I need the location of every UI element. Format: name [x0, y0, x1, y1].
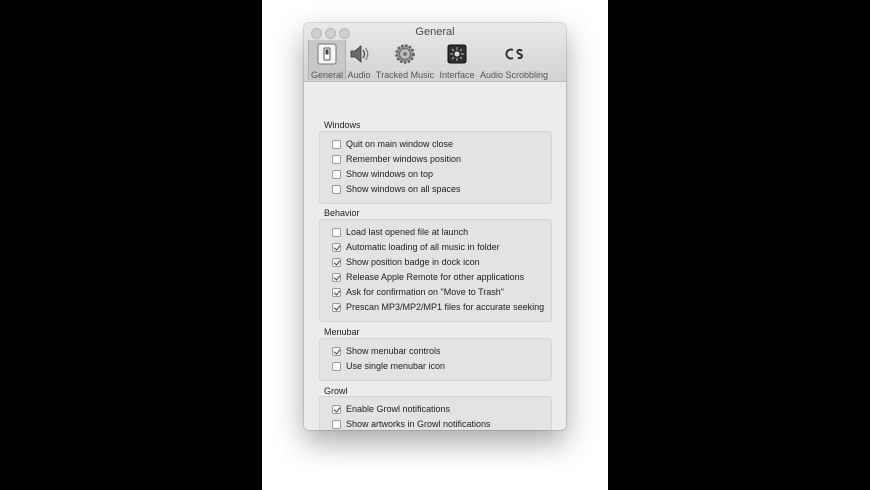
option-label: Show position badge in dock icon	[346, 257, 480, 267]
option-label: Release Apple Remote for other applicati…	[346, 272, 525, 282]
window-title: General	[415, 26, 455, 38]
option-label: Show artworks in Growl notifications	[346, 419, 491, 429]
option-label: Remember windows position	[346, 154, 462, 164]
option-prescan-mp3[interactable]: Prescan MP3/MP2/MP1 files for accurate s…	[332, 300, 544, 314]
checkbox[interactable]	[332, 302, 341, 312]
section-title-growl: Growl	[324, 386, 348, 396]
checkbox[interactable]	[332, 154, 341, 164]
interface-icon	[447, 44, 467, 64]
tab-general[interactable]: General	[308, 40, 346, 80]
option-show-menubar-controls[interactable]: Show menubar controls	[332, 344, 441, 358]
checkbox[interactable]	[332, 346, 341, 356]
option-show-position-badge[interactable]: Show position badge in dock icon	[332, 255, 480, 269]
option-label: Load last opened file at launch	[346, 227, 469, 237]
section-title-behavior: Behavior	[324, 208, 360, 218]
general-switch-icon	[317, 43, 337, 65]
tab-audio[interactable]: Audio	[344, 40, 374, 80]
checkbox[interactable]	[332, 419, 341, 429]
checkbox[interactable]	[332, 242, 341, 252]
option-automatic-loading[interactable]: Automatic loading of all music in folder	[332, 240, 500, 254]
checkbox[interactable]	[332, 272, 341, 282]
checkbox[interactable]	[332, 361, 341, 371]
speaker-icon	[350, 45, 369, 63]
group-behavior: Load last opened file at launch Automati…	[319, 219, 552, 322]
option-label: Prescan MP3/MP2/MP1 files for accurate s…	[346, 302, 545, 312]
option-single-menubar-icon[interactable]: Use single menubar icon	[332, 359, 445, 373]
option-label: Automatic loading of all music in folder	[346, 242, 500, 252]
preferences-window: General General Audio Tracked Music Inte…	[304, 23, 566, 430]
option-label: Show windows on top	[346, 169, 434, 179]
checkbox[interactable]	[332, 139, 341, 149]
option-ask-confirmation-trash[interactable]: Ask for confirmation on "Move to Trash"	[332, 285, 504, 299]
tab-interface-label: Interface	[439, 70, 475, 80]
group-menubar: Show menubar controls Use single menubar…	[319, 338, 552, 381]
general-preferences-pane: Windows Quit on main window close Rememb…	[304, 82, 566, 430]
tab-audio-label: Audio	[347, 70, 371, 80]
option-show-windows-on-top[interactable]: Show windows on top	[332, 167, 433, 181]
option-quit-on-main-window-close[interactable]: Quit on main window close	[332, 137, 453, 151]
option-growl-artworks[interactable]: Show artworks in Growl notifications	[332, 417, 491, 430]
tab-general-label: General	[310, 70, 344, 80]
checkbox[interactable]	[332, 404, 341, 414]
option-remember-windows-position[interactable]: Remember windows position	[332, 152, 461, 166]
group-windows: Quit on main window close Remember windo…	[319, 131, 552, 204]
tab-tracked-music[interactable]: Tracked Music	[375, 40, 435, 80]
lastfm-icon	[505, 48, 523, 60]
option-label: Enable Growl notifications	[346, 404, 451, 414]
option-show-windows-on-all-spaces[interactable]: Show windows on all spaces	[332, 182, 461, 196]
option-release-apple-remote[interactable]: Release Apple Remote for other applicati…	[332, 270, 524, 284]
option-label: Ask for confirmation on "Move to Trash"	[346, 287, 504, 297]
checkbox[interactable]	[332, 287, 341, 297]
checkbox[interactable]	[332, 227, 341, 237]
option-enable-growl[interactable]: Enable Growl notifications	[332, 402, 450, 416]
gear-icon	[395, 44, 415, 64]
tab-tracked-music-label: Tracked Music	[375, 70, 435, 80]
preferences-toolbar: General General Audio Tracked Music Inte…	[304, 23, 566, 82]
option-label: Use single menubar icon	[346, 361, 446, 371]
tab-interface[interactable]: Interface	[437, 40, 477, 80]
section-title-windows: Windows	[324, 120, 361, 130]
tab-audio-scrobbling[interactable]: Audio Scrobbling	[479, 40, 549, 80]
option-label: Quit on main window close	[346, 139, 454, 149]
option-label: Show menubar controls	[346, 346, 441, 356]
section-title-menubar: Menubar	[324, 327, 360, 337]
option-load-last-opened-file[interactable]: Load last opened file at launch	[332, 225, 468, 239]
group-growl: Enable Growl notifications Show artworks…	[319, 396, 552, 430]
checkbox[interactable]	[332, 184, 341, 194]
checkbox[interactable]	[332, 169, 341, 179]
option-label: Show windows on all spaces	[346, 184, 461, 194]
checkbox[interactable]	[332, 257, 341, 267]
tab-audio-scrobbling-label: Audio Scrobbling	[479, 70, 549, 80]
